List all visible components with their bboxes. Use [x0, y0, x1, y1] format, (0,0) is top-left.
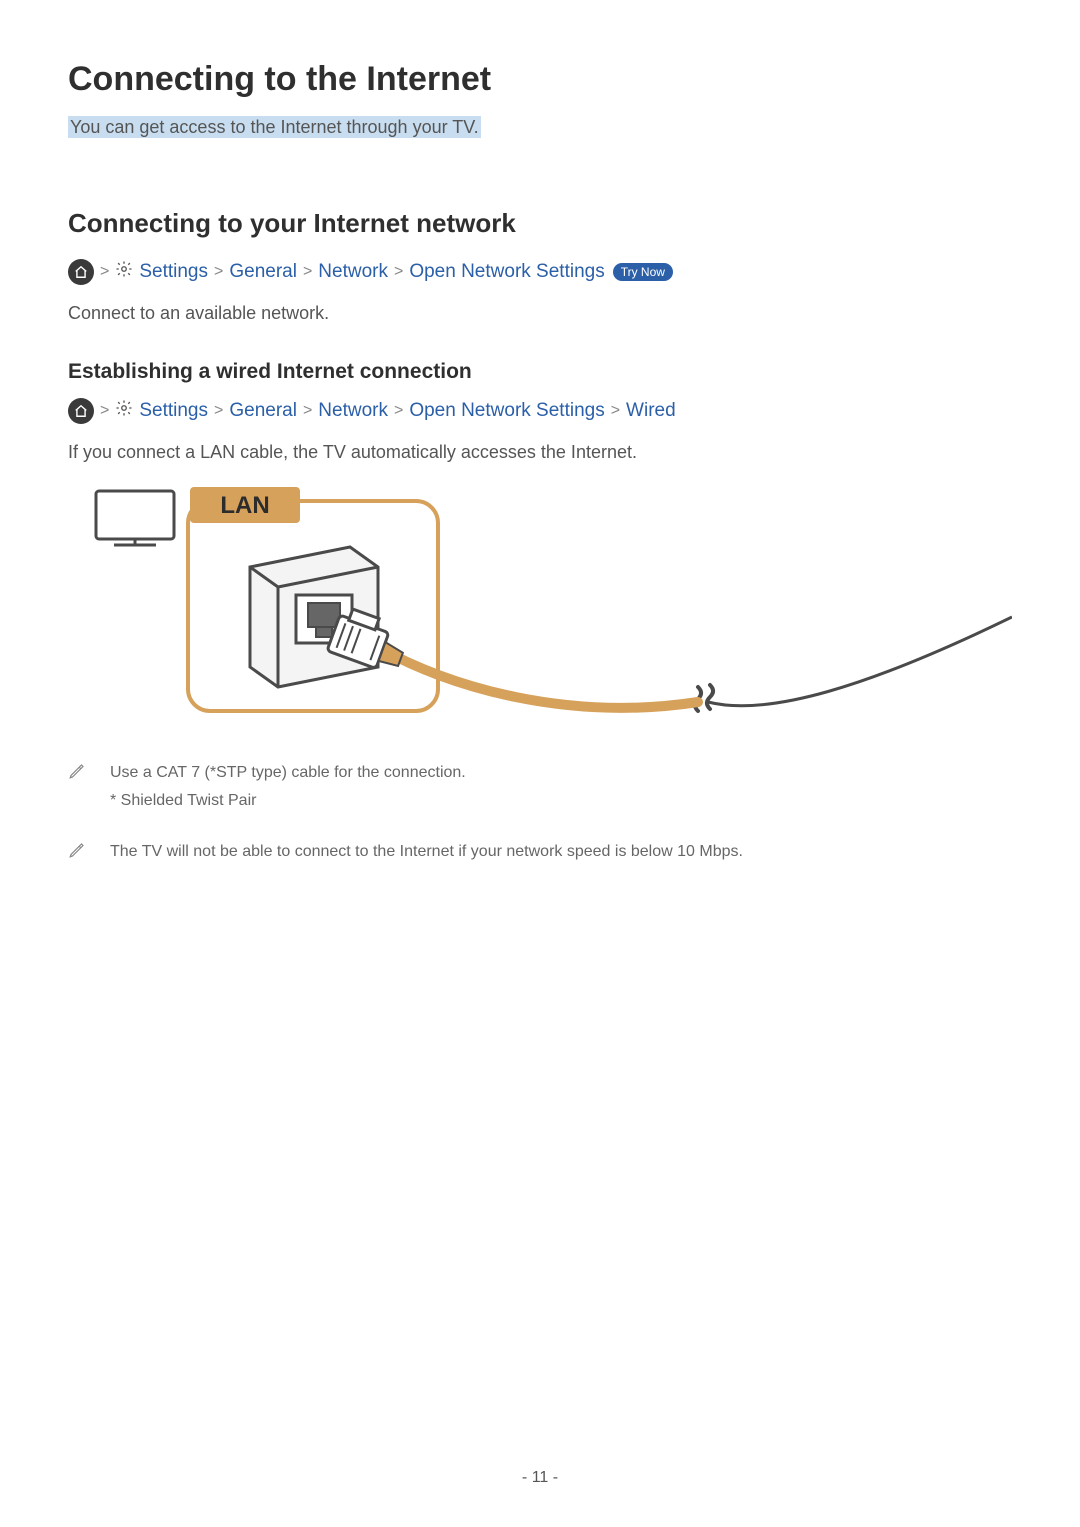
chevron-icon: >: [303, 263, 312, 281]
home-icon: [68, 259, 94, 285]
path-wired[interactable]: Wired: [626, 400, 676, 422]
note-1: Use a CAT 7 (*STP type) cable for the co…: [68, 762, 1012, 819]
gear-icon: [115, 399, 133, 423]
home-icon: [68, 398, 94, 424]
note-2: The TV will not be able to connect to th…: [68, 841, 1012, 869]
path-network[interactable]: Network: [318, 261, 388, 283]
page-title: Connecting to the Internet: [68, 60, 1012, 99]
path-general[interactable]: General: [229, 261, 297, 283]
lan-label-text: LAN: [220, 492, 269, 519]
chevron-icon: >: [100, 263, 109, 281]
note-2-text: The TV will not be able to connect to th…: [110, 841, 743, 863]
path-open-network-settings[interactable]: Open Network Settings: [409, 400, 604, 422]
path-general[interactable]: General: [229, 400, 297, 422]
section1-body: Connect to an available network.: [68, 303, 1012, 324]
chevron-icon: >: [611, 402, 620, 420]
page-subtitle-text: You can get access to the Internet throu…: [68, 116, 481, 138]
path-settings[interactable]: Settings: [139, 261, 208, 283]
pencil-icon: [68, 841, 86, 869]
pencil-icon: [68, 762, 86, 819]
path-network[interactable]: Network: [318, 400, 388, 422]
section-heading-connecting: Connecting to your Internet network: [68, 208, 1012, 239]
tv-icon: [96, 491, 174, 545]
subsection-heading-wired: Establishing a wired Internet connection: [68, 360, 1012, 384]
path-row-1: > Settings > General > Network > Open Ne…: [68, 259, 1012, 285]
page-number: - 11 -: [0, 1469, 1080, 1487]
chevron-icon: >: [214, 263, 223, 281]
gear-icon: [115, 260, 133, 284]
chevron-icon: >: [394, 402, 403, 420]
path-open-network-settings[interactable]: Open Network Settings: [409, 261, 604, 283]
path-row-2: > Settings > General > Network > Open Ne…: [68, 398, 1012, 424]
section2-body: If you connect a LAN cable, the TV autom…: [68, 442, 1012, 463]
path-settings[interactable]: Settings: [139, 400, 208, 422]
page-subtitle: You can get access to the Internet throu…: [68, 117, 1012, 138]
chevron-icon: >: [100, 402, 109, 420]
lan-diagram: LAN: [68, 487, 1012, 727]
note-1-line-2: * Shielded Twist Pair: [110, 790, 466, 812]
chevron-icon: >: [214, 402, 223, 420]
chevron-icon: >: [394, 263, 403, 281]
try-now-badge[interactable]: Try Now: [613, 263, 673, 281]
chevron-icon: >: [303, 402, 312, 420]
note-1-line-1: Use a CAT 7 (*STP type) cable for the co…: [110, 762, 466, 784]
